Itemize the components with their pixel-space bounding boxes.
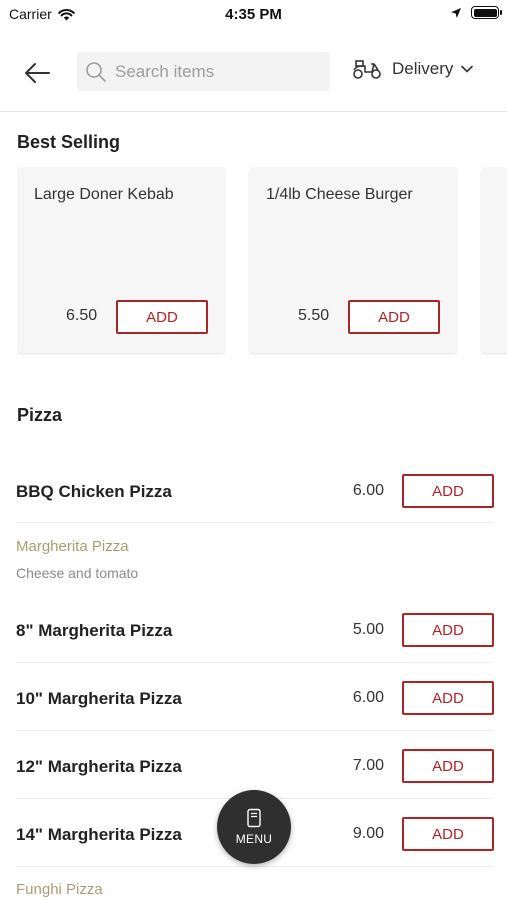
chevron-down-icon (461, 65, 474, 73)
best-selling-title: Best Selling (17, 132, 121, 152)
item-name: BBQ Chicken Pizza (16, 482, 172, 501)
best-selling-card[interactable]: 1/4lb Cheese Burger 5.50 ADD (249, 167, 457, 353)
best-selling-card-partial[interactable] (481, 167, 507, 353)
delivery-label: Delivery (392, 59, 454, 78)
back-button[interactable] (20, 56, 54, 90)
battery-icon (471, 6, 502, 19)
item-name: 10" Margherita Pizza (16, 689, 182, 708)
menu-item-row[interactable]: 12" Margherita Pizza 7.00 ADD (16, 749, 494, 783)
add-button[interactable]: ADD (116, 300, 208, 334)
menu-button[interactable]: MENU (217, 790, 291, 864)
pizza-section-title: Pizza (17, 405, 63, 425)
search-box[interactable] (77, 52, 330, 91)
menu-item-row[interactable]: BBQ Chicken Pizza 6.00 ADD (16, 474, 494, 508)
item-price: 7.00 (352, 757, 384, 774)
search-icon (86, 61, 106, 82)
menu-label: MENU (235, 832, 273, 846)
menu-book-icon (247, 808, 261, 828)
item-price: 5.00 (352, 621, 384, 638)
scooter-icon (353, 60, 381, 79)
status-bar: Carrier 4:35 PM (0, 0, 507, 30)
add-button[interactable]: ADD (402, 817, 494, 851)
group-title: Funghi Pizza (16, 881, 103, 898)
item-price: 6.00 (352, 689, 384, 706)
search-input[interactable] (115, 61, 315, 82)
menu-item-row[interactable]: 10" Margherita Pizza 6.00 ADD (16, 681, 494, 715)
location-arrow-icon (451, 7, 461, 18)
menu-item-row[interactable]: 8" Margherita Pizza 5.00 ADD (16, 613, 494, 647)
card-item-name: Large Doner Kebab (34, 186, 174, 203)
status-right (450, 6, 502, 19)
divider (16, 662, 492, 663)
delivery-selector[interactable]: Delivery (352, 58, 474, 80)
item-price: 9.00 (352, 825, 384, 842)
card-item-name: 1/4lb Cheese Burger (266, 186, 413, 203)
group-subtitle: Cheese and tomato (16, 565, 139, 581)
item-name: 8" Margherita Pizza (16, 621, 173, 640)
divider (16, 522, 492, 523)
divider (16, 866, 492, 867)
card-item-price: 6.50 (66, 307, 98, 324)
add-button[interactable]: ADD (348, 300, 440, 334)
divider (16, 730, 492, 731)
add-button[interactable]: ADD (402, 613, 494, 647)
back-arrow-icon (25, 63, 50, 83)
add-button[interactable]: ADD (402, 749, 494, 783)
item-name: 14" Margherita Pizza (16, 825, 182, 844)
add-button[interactable]: ADD (402, 474, 494, 508)
add-button[interactable]: ADD (402, 681, 494, 715)
group-title: Margherita Pizza (16, 538, 129, 555)
header: Delivery (0, 44, 507, 112)
best-selling-carousel[interactable]: Large Doner Kebab 6.50 ADD 1/4lb Cheese … (17, 167, 507, 357)
card-item-price: 5.50 (298, 307, 330, 324)
best-selling-card[interactable]: Large Doner Kebab 6.50 ADD (17, 167, 225, 353)
status-time: 4:35 PM (225, 6, 282, 23)
item-price: 6.00 (352, 482, 384, 499)
item-name: 12" Margherita Pizza (16, 757, 182, 776)
